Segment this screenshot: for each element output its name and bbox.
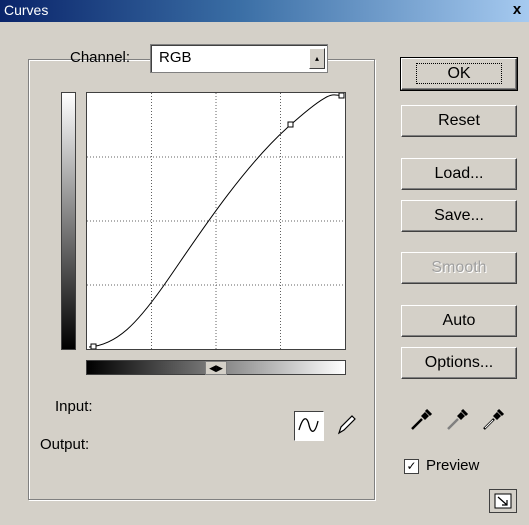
auto-button[interactable]: Auto xyxy=(401,305,517,337)
gray-eyedropper-icon[interactable] xyxy=(444,405,472,433)
expand-icon[interactable] xyxy=(489,489,517,513)
black-eyedropper-icon[interactable] xyxy=(408,405,436,433)
title-bar: Curves x xyxy=(0,0,529,22)
pencil-tool-icon[interactable] xyxy=(333,411,361,439)
curves-dialog: Curves x Channel: RGB ▴ ◀▶ Input: Output… xyxy=(0,0,529,525)
curve-graph-svg[interactable] xyxy=(87,92,345,350)
preview-label[interactable]: Preview xyxy=(426,457,479,474)
save-button[interactable]: Save... xyxy=(401,200,517,232)
channel-label: Channel: xyxy=(70,49,131,66)
curve-point-white[interactable] xyxy=(338,92,345,99)
white-eyedropper-icon[interactable] xyxy=(480,405,508,433)
preview-checkbox[interactable]: ✓ xyxy=(404,459,419,474)
output-label: Output: xyxy=(40,436,90,453)
channel-value: RGB xyxy=(159,49,192,66)
curve-point-black[interactable] xyxy=(90,343,97,350)
graph-grid xyxy=(87,93,345,349)
dropdown-arrow-icon[interactable]: ▴ xyxy=(309,48,325,69)
options-button[interactable]: Options... xyxy=(401,347,517,379)
channel-select[interactable]: RGB ▴ xyxy=(150,44,328,73)
close-icon[interactable]: x xyxy=(508,1,526,19)
output-gradient-bar xyxy=(61,92,76,350)
gradient-toggle-icon[interactable]: ◀▶ xyxy=(205,361,227,375)
curve-tool-icon[interactable] xyxy=(294,411,324,441)
ok-button[interactable]: OK xyxy=(400,57,518,91)
curve-graph[interactable] xyxy=(86,92,346,350)
load-button[interactable]: Load... xyxy=(401,158,517,190)
ok-label: OK xyxy=(416,63,502,84)
smooth-button[interactable]: Smooth xyxy=(401,252,517,284)
window-title: Curves xyxy=(4,2,49,18)
curve-point-mid[interactable] xyxy=(287,121,294,128)
input-label: Input: xyxy=(55,398,93,415)
reset-button[interactable]: Reset xyxy=(401,105,517,137)
